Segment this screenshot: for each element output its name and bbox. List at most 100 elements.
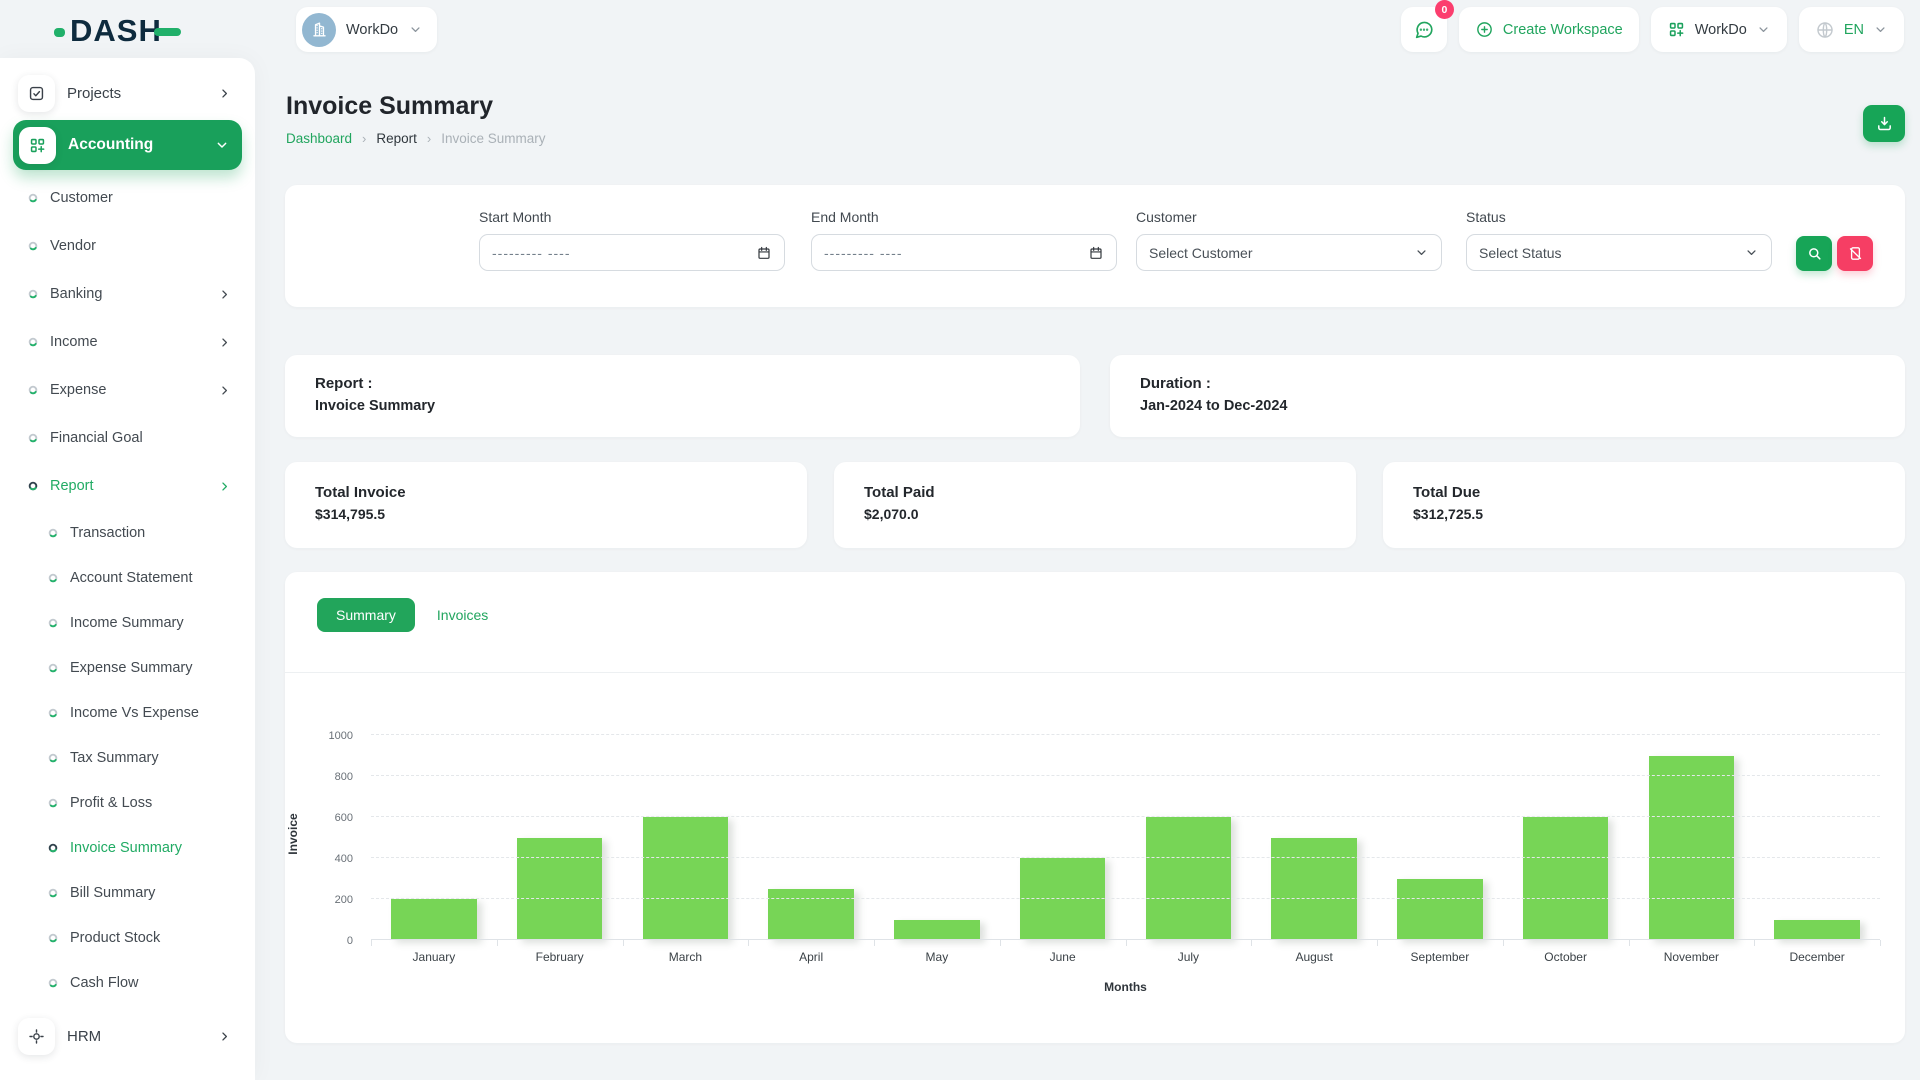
bar-slot [1251, 735, 1377, 940]
grid-plus-icon [19, 127, 56, 164]
tabs-divider [285, 672, 1905, 673]
sidebar-item-hrm[interactable]: HRM [13, 1013, 242, 1059]
sidebar-item-income[interactable]: Income [13, 318, 242, 366]
bar-slot [748, 735, 874, 940]
x-axis-title: Months [371, 980, 1880, 994]
sidebar-item-income-vs-expense[interactable]: Income Vs Expense [13, 690, 242, 735]
bullet-icon [48, 618, 58, 628]
x-axis-tick [1754, 940, 1755, 946]
report-info-row: Report : Invoice Summary Duration : Jan-… [285, 355, 1905, 437]
bar-august[interactable] [1271, 838, 1357, 941]
sidebar-item-expense-summary[interactable]: Expense Summary [13, 645, 242, 690]
bar-may[interactable] [894, 920, 980, 941]
sidebar: Projects Accounting Customer Vendor Bank… [0, 58, 255, 1080]
chart-plot [371, 735, 1880, 940]
bar-october[interactable] [1523, 817, 1609, 940]
sidebar-item-account-statement[interactable]: Account Statement [13, 555, 242, 600]
bar-march[interactable] [643, 817, 729, 940]
breadcrumb-dashboard[interactable]: Dashboard [286, 131, 352, 146]
bar-november[interactable] [1649, 756, 1735, 941]
bullet-icon [48, 888, 58, 898]
sidebar-item-accounting[interactable]: Accounting [13, 120, 242, 170]
bar-december[interactable] [1774, 920, 1860, 941]
gridline [371, 775, 1880, 776]
x-tick-label: June [1000, 950, 1126, 964]
bullet-icon [48, 933, 58, 943]
x-axis-tick [1126, 940, 1127, 946]
y-tick-label: 1000 [329, 730, 353, 742]
total-paid-card: Total Paid $2,070.0 [834, 462, 1356, 548]
sidebar-item-bill-summary[interactable]: Bill Summary [13, 870, 242, 915]
breadcrumb-separator: › [362, 131, 366, 146]
create-workspace-button[interactable]: Create Workspace [1459, 7, 1639, 52]
sidebar-item-banking[interactable]: Banking [13, 270, 242, 318]
x-axis-tick [623, 940, 624, 946]
bar-september[interactable] [1397, 879, 1483, 941]
globe-icon [1815, 20, 1835, 40]
end-month-input[interactable]: --------- ---- [811, 234, 1117, 271]
sidebar-item-vendor[interactable]: Vendor [13, 222, 242, 270]
sidebar-item-profit-loss[interactable]: Profit & Loss [13, 780, 242, 825]
total-paid-value: $2,070.0 [864, 506, 1356, 522]
logo-dot-shape [54, 28, 65, 37]
circle-plus-icon [1475, 20, 1494, 39]
workdo-menu-button[interactable]: WorkDo [1651, 7, 1787, 52]
main-content: Invoice Summary Dashboard › Report › Inv… [285, 58, 1905, 1080]
x-tick-label: February [497, 950, 623, 964]
x-tick-label: July [1126, 950, 1252, 964]
sidebar-item-transaction[interactable]: Transaction [13, 510, 242, 555]
breadcrumb-current: Invoice Summary [441, 131, 545, 146]
x-axis-tick [1503, 940, 1504, 946]
bar-january[interactable] [391, 899, 477, 940]
download-button[interactable] [1863, 105, 1905, 142]
tab-invoices[interactable]: Invoices [437, 607, 488, 623]
messages-button[interactable]: 0 [1401, 7, 1447, 52]
calendar-icon [756, 245, 772, 261]
report-card: Report : Invoice Summary [285, 355, 1080, 437]
sidebar-item-expense[interactable]: Expense [13, 366, 242, 414]
bar-february[interactable] [517, 838, 603, 941]
x-axis-tick [1251, 940, 1252, 946]
bar-slot [874, 735, 1000, 940]
customer-select[interactable]: Select Customer [1136, 234, 1442, 271]
create-workspace-label: Create Workspace [1503, 22, 1623, 38]
gridline [371, 857, 1880, 858]
sidebar-item-cash-flow[interactable]: Cash Flow [13, 960, 242, 1005]
customer-label: Customer [1136, 209, 1442, 225]
sidebar-item-financial-goal[interactable]: Financial Goal [13, 414, 242, 462]
chevron-down-icon [214, 137, 230, 153]
status-select[interactable]: Select Status [1466, 234, 1772, 271]
sidebar-item-invoice-summary[interactable]: Invoice Summary [13, 825, 242, 870]
bar-june[interactable] [1020, 858, 1106, 940]
sidebar-item-customer[interactable]: Customer [13, 174, 242, 222]
bar-july[interactable] [1146, 817, 1232, 940]
x-axis-labels: JanuaryFebruaryMarchAprilMayJuneJulyAugu… [371, 950, 1880, 964]
workdo-menu-label: WorkDo [1695, 22, 1747, 38]
apply-filter-button[interactable] [1796, 236, 1832, 271]
chevron-down-icon [1756, 22, 1771, 37]
sidebar-item-product-stock[interactable]: Product Stock [13, 915, 242, 960]
sidebar-item-tax-summary[interactable]: Tax Summary [13, 735, 242, 780]
sidebar-item-report[interactable]: Report [13, 462, 242, 510]
calendar-icon [1088, 245, 1104, 261]
reset-filter-button[interactable] [1837, 236, 1873, 271]
bar-april[interactable] [768, 889, 854, 940]
workspace-selector[interactable]: WorkDo [296, 7, 437, 52]
chevron-down-icon [1873, 22, 1888, 37]
workspace-avatar [302, 13, 336, 47]
end-month-field: End Month --------- ---- [811, 209, 1117, 271]
tab-summary[interactable]: Summary [317, 598, 415, 632]
x-axis-tick [874, 940, 875, 946]
duration-card: Duration : Jan-2024 to Dec-2024 [1110, 355, 1905, 437]
sidebar-item-projects[interactable]: Projects [13, 70, 242, 116]
x-tick-label: September [1377, 950, 1503, 964]
start-month-input[interactable]: --------- ---- [479, 234, 785, 271]
total-due-value: $312,725.5 [1413, 506, 1905, 522]
breadcrumb-report[interactable]: Report [376, 131, 417, 146]
chevron-down-icon [408, 22, 423, 37]
language-selector[interactable]: EN [1799, 7, 1904, 52]
sidebar-item-income-summary[interactable]: Income Summary [13, 600, 242, 645]
bullet-icon [48, 663, 58, 673]
bullet-icon [28, 433, 38, 443]
x-axis-tick [497, 940, 498, 946]
